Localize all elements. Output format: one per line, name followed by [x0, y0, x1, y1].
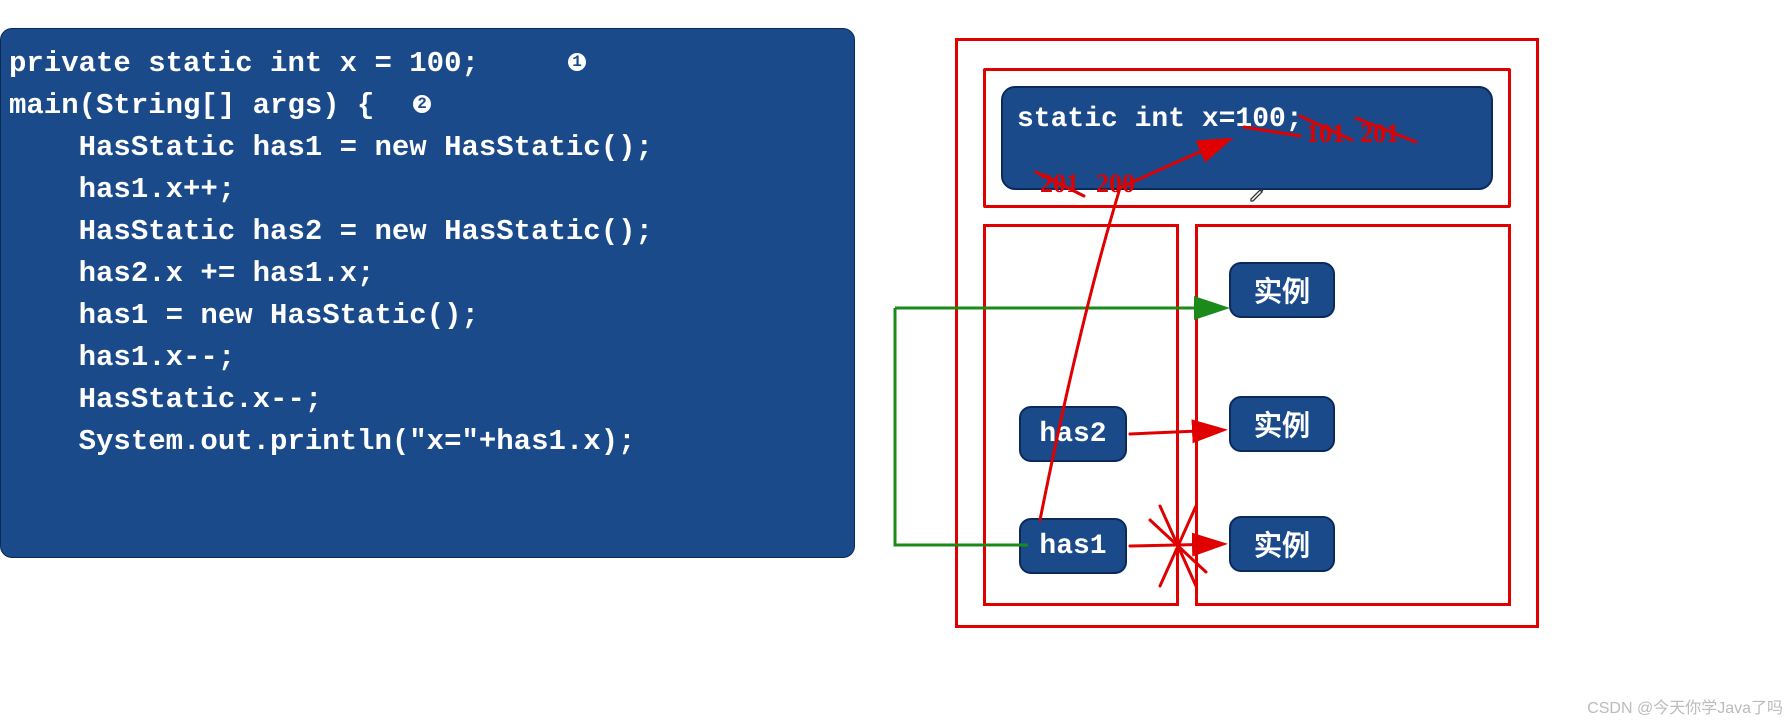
heap-instance-3: 实例 — [1229, 516, 1335, 572]
code-line-1: private static int x = 100; — [9, 47, 479, 80]
step-badge-1: 1 — [565, 50, 589, 74]
step-badge-2: 2 — [410, 92, 434, 116]
pencil-icon — [1248, 186, 1266, 204]
static-field-banner: static int x=100; — [1001, 86, 1493, 190]
heap-instance-2: 实例 — [1229, 396, 1335, 452]
static-field-text: static int x=100; — [1017, 104, 1303, 135]
code-line-5: HasStatic has2 = new HasStatic(); — [9, 215, 653, 248]
stack-ref-has1: has1 — [1019, 518, 1127, 574]
code-line-4: has1.x++; — [9, 173, 235, 206]
code-line-3: HasStatic has1 = new HasStatic(); — [9, 131, 653, 164]
code-line-7: has1 = new HasStatic(); — [9, 299, 479, 332]
heap-instance-1: 实例 — [1229, 262, 1335, 318]
code-line-6: has2.x += has1.x; — [9, 257, 374, 290]
stack-ref-has2: has2 — [1019, 406, 1127, 462]
code-line-2: main(String[] args) { — [9, 89, 374, 122]
code-line-9: HasStatic.x--; — [9, 383, 322, 416]
code-line-10: System.out.println("x="+has1.x); — [9, 425, 636, 458]
code-line-8: has1.x--; — [9, 341, 235, 374]
watermark: CSDN @今天你学Java了吗 — [1587, 694, 1783, 718]
memory-diagram: static int x=100; has2 has1 实例 实例 实例 — [955, 38, 1539, 628]
